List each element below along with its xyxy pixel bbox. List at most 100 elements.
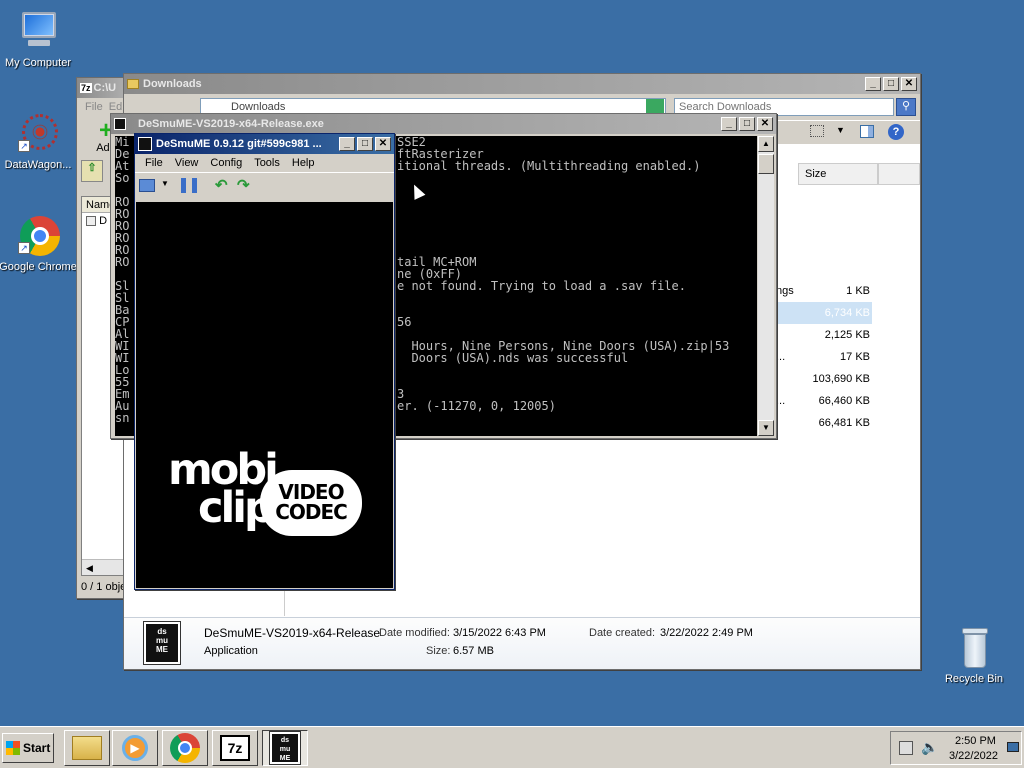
sevenzip-menu-edit[interactable]: Ed [107, 101, 124, 113]
desmume-menu-config[interactable]: Config [204, 157, 248, 169]
console-close-button[interactable]: ✕ [757, 117, 773, 131]
row-name: ... [776, 351, 786, 363]
details-created-value: 3/22/2022 2:49 PM [660, 627, 753, 639]
ds-screen[interactable]: mobi clip VIDEO CODEC [136, 202, 393, 588]
row-name: ... [776, 395, 786, 407]
taskbar-7zip[interactable]: 7z [212, 730, 258, 766]
folder-icon [127, 79, 139, 89]
taskbar-chrome[interactable] [162, 730, 208, 766]
desmume-title: DeSmuME 0.9.12 git#599c981 ... [156, 138, 322, 150]
network-icon[interactable] [899, 741, 913, 755]
details-file-name: DeSmuME-VS2019-x64-Release [204, 626, 381, 640]
start-button[interactable]: Start [2, 733, 54, 763]
console-titlebar[interactable]: DeSmuME-VS2019-x64-Release.exe _ □ ✕ [111, 114, 776, 134]
desmume-maximize-button[interactable]: □ [357, 137, 373, 151]
desmume-menu-tools[interactable]: Tools [248, 157, 286, 169]
desmume-toolbar: ▼ ↶ ↷ [135, 172, 394, 200]
chrome-icon: ↗ [16, 214, 60, 258]
desmume-icon: ds mu ME [269, 731, 301, 765]
sevenzip-icon: 7z [220, 735, 250, 761]
console-title: DeSmuME-VS2019-x64-Release.exe [138, 118, 324, 130]
row-size: 103,690 KB [812, 373, 871, 385]
explorer-minimize-button[interactable]: _ [865, 77, 881, 91]
desktop-icon-google-chrome[interactable]: ↗ Google Chrome [0, 214, 78, 273]
sevenzip-menu-file[interactable]: File [81, 101, 107, 113]
scroll-down-icon[interactable]: ▼ [758, 420, 774, 436]
explorer-maximize-button[interactable]: □ [883, 77, 899, 91]
folder-icon [72, 736, 102, 760]
table-row[interactable]: 6,734 KB [776, 302, 872, 324]
row-size: 6,734 KB [824, 307, 870, 319]
open-folder-icon[interactable] [139, 179, 155, 192]
badge-codec-text: CODEC [275, 500, 348, 524]
desmume-close-button[interactable]: ✕ [375, 137, 391, 151]
views-dropdown-icon[interactable]: ▼ [836, 125, 845, 135]
table-row[interactable]: 103,690 KB [776, 368, 922, 390]
console-line: itional threads. (Multithreading enabled… [397, 159, 701, 173]
sevenzip-row-name: D [99, 215, 108, 227]
console-minimize-button[interactable]: _ [721, 117, 737, 131]
desmume-menu-help[interactable]: Help [286, 157, 321, 169]
desmume-titlebar[interactable]: DeSmuME 0.9.12 git#599c981 ... _ □ ✕ [135, 134, 394, 154]
table-row[interactable]: ... 66,460 KB [776, 390, 922, 412]
console-vscroll[interactable]: ▲ ▼ [758, 136, 774, 436]
clock-time[interactable]: 2:50 PM [955, 735, 996, 747]
clock-date[interactable]: 3/22/2022 [949, 750, 998, 762]
desmume-menu-view[interactable]: View [169, 157, 205, 169]
table-row[interactable]: ngs 1 KB [776, 280, 922, 302]
taskbar-desmume[interactable]: ds mu ME [262, 730, 308, 766]
video-codec-badge: VIDEO CODEC [260, 470, 362, 536]
row-size: 66,481 KB [818, 417, 870, 429]
taskbar-media-player[interactable]: ▶ [112, 730, 158, 766]
desktop-icon-recycle-bin[interactable]: Recycle Bin [934, 626, 1014, 685]
details-file-type: Application [204, 645, 258, 657]
preview-pane-icon[interactable] [860, 125, 874, 138]
table-row[interactable]: ... 17 KB [776, 346, 922, 368]
help-icon[interactable]: ? [888, 124, 904, 140]
taskbar-explorer[interactable] [64, 730, 110, 766]
console-line: er. (-11270, 0, 12005) [397, 399, 556, 413]
console-maximize-button[interactable]: □ [739, 117, 755, 131]
explorer-column-header-size[interactable]: Size [798, 163, 878, 185]
table-row[interactable]: 2,125 KB [776, 324, 922, 346]
table-row[interactable]: 66,481 KB [776, 412, 922, 434]
scroll-thumb[interactable] [758, 154, 774, 174]
scroll-up-icon[interactable]: ▲ [758, 136, 774, 152]
desktop-icon-my-computer[interactable]: My Computer [0, 10, 78, 69]
row-size: 17 KB [840, 351, 870, 363]
desktop-icon-datawagon[interactable]: ↗ DataWagon... [0, 112, 78, 171]
desmume-window: DeSmuME 0.9.12 git#599c981 ... _ □ ✕ Fil… [134, 133, 395, 590]
row-size: 2,125 KB [824, 329, 870, 341]
explorer-titlebar[interactable]: Downloads _ □ ✕ [124, 74, 920, 94]
explorer-search-button[interactable]: ⚲ [896, 98, 916, 116]
explorer-details-pane: ds mu ME DeSmuME-VS2019-x64-Release Applic… [124, 617, 920, 669]
console-line: Doors (USA).nds was successful [397, 351, 629, 365]
row-size: 1 KB [846, 285, 870, 297]
views-icon[interactable] [810, 125, 824, 137]
desmume-minimize-button[interactable]: _ [339, 137, 355, 151]
show-desktop-icon[interactable] [1007, 742, 1019, 752]
details-size-value: 6.57 MB [453, 645, 494, 657]
windows-logo-icon [6, 741, 20, 755]
details-modified-value: 3/15/2022 6:43 PM [453, 627, 546, 639]
desktop-icon-label: Google Chrome [0, 261, 77, 273]
row-name: ngs [776, 285, 794, 297]
sevenzip-up-button[interactable]: ⇧ [81, 160, 103, 182]
reset-icon[interactable]: ↶ [215, 176, 228, 194]
volume-icon[interactable]: 🔈 [921, 739, 938, 756]
desmume-menu-file[interactable]: File [139, 157, 169, 169]
desmume-app-icon: ds mu ME [143, 621, 181, 665]
dropdown-arrow-icon[interactable]: ▼ [161, 179, 169, 188]
explorer-file-list: ngs 1 KB 6,734 KB 2,125 KB ... 17 KB 103,6… [776, 280, 922, 440]
reset-alt-icon[interactable]: ↷ [237, 176, 250, 194]
pause-icon[interactable] [181, 178, 197, 193]
taskbar: Start ▶ 7z ds mu ME 🔈 2:50 PM 3/22/2022 [0, 726, 1024, 768]
explorer-close-button[interactable]: ✕ [901, 77, 917, 91]
chrome-icon [170, 733, 200, 763]
